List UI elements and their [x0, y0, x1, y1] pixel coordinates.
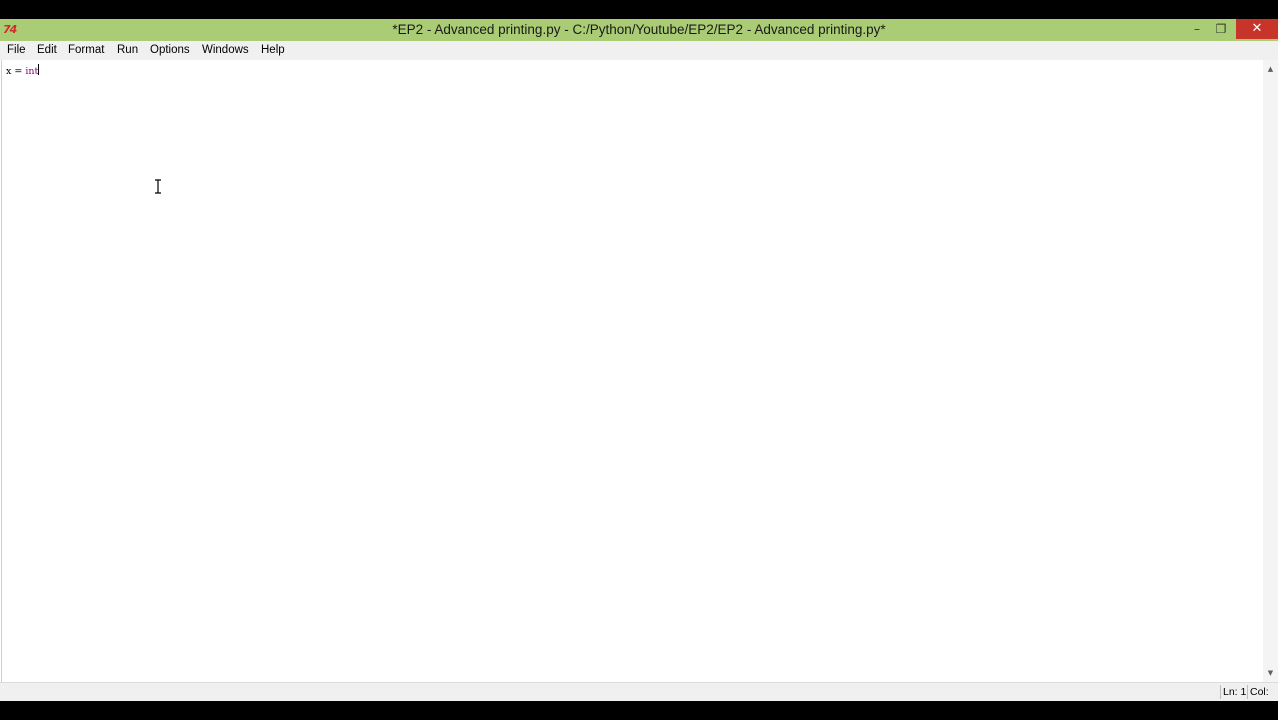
scroll-down-arrow-icon[interactable]: ▼: [1263, 666, 1278, 680]
menu-format[interactable]: Format: [63, 41, 109, 60]
menu-options[interactable]: Options: [145, 41, 195, 60]
letterbox-top: [0, 0, 1278, 19]
title-bar[interactable]: 74 *EP2 - Advanced printing.py - C:/Pyth…: [0, 19, 1278, 41]
code-text: x =: [6, 66, 26, 77]
window-title: *EP2 - Advanced printing.py - C:/Python/…: [392, 22, 886, 37]
code-editor[interactable]: x = int: [1, 60, 1263, 682]
close-button[interactable]: ✕: [1236, 19, 1278, 39]
text-caret: [38, 64, 40, 75]
menu-windows[interactable]: Windows: [197, 41, 254, 60]
letterbox-bottom: [0, 701, 1278, 720]
builtin-keyword: int: [25, 66, 39, 77]
menu-bar: File Edit Format Run Options Windows Hel…: [0, 41, 1278, 60]
status-line-number: Ln: 1: [1220, 685, 1248, 699]
menu-edit[interactable]: Edit: [32, 41, 62, 60]
scroll-up-arrow-icon[interactable]: ▲: [1263, 62, 1278, 76]
minimize-button[interactable]: –: [1186, 19, 1208, 39]
status-bar: Ln: 1 Col: 7: [0, 682, 1278, 712]
menu-run[interactable]: Run: [112, 41, 143, 60]
vertical-scrollbar[interactable]: ▲ ▼: [1263, 60, 1278, 682]
menu-file[interactable]: File: [2, 41, 31, 60]
status-column-number: Col: 7: [1247, 685, 1278, 712]
idle-editor-window: 74 *EP2 - Advanced printing.py - C:/Pyth…: [0, 19, 1278, 712]
code-line-1: x = int: [6, 64, 40, 78]
ibeam-cursor-icon: [155, 179, 161, 194]
restore-button[interactable]: ❐: [1210, 19, 1232, 39]
menu-help[interactable]: Help: [256, 41, 290, 60]
